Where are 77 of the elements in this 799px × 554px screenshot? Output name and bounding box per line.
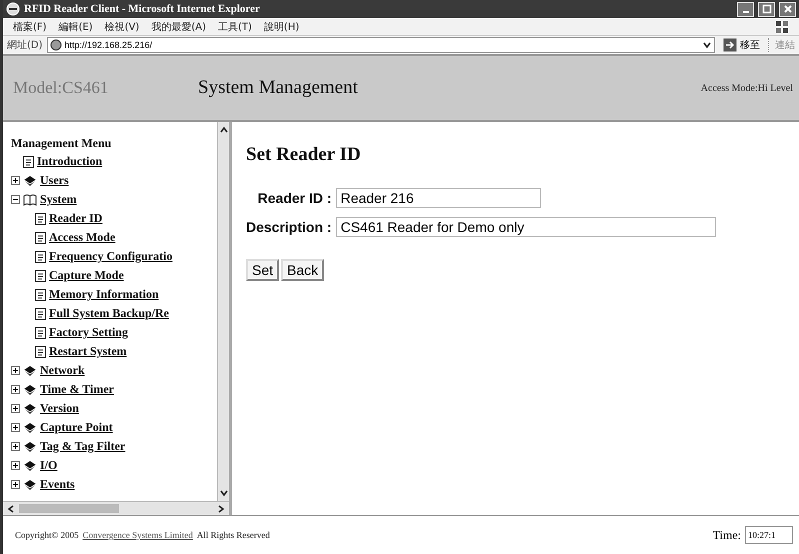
menu-item[interactable]: 說明(H) (264, 20, 300, 34)
time-field[interactable]: 10:27:1 (745, 526, 793, 544)
menu-link[interactable]: I/O (40, 458, 58, 473)
menu-link[interactable]: Events (40, 477, 75, 492)
book-icon (23, 364, 37, 376)
expand-icon[interactable] (11, 385, 20, 394)
book-icon (23, 440, 37, 452)
close-button[interactable] (779, 2, 796, 16)
copyright-text: Copyright© 2005 (15, 530, 79, 540)
scroll-up-icon[interactable] (218, 126, 228, 134)
expand-icon[interactable] (11, 423, 20, 432)
scroll-left-icon[interactable] (7, 504, 15, 514)
menu-item[interactable]: 編輯(E) (58, 20, 93, 34)
expand-icon[interactable] (11, 480, 20, 489)
expand-icon[interactable] (11, 176, 20, 185)
menu-item[interactable]: 我的最愛(A) (151, 20, 206, 34)
expand-icon[interactable] (11, 366, 20, 375)
field-label: Reader ID : (256, 190, 332, 206)
field-label: Description : (246, 219, 332, 235)
scroll-right-icon[interactable] (217, 504, 225, 514)
input-field[interactable]: CS461 Reader for Demo only (336, 217, 716, 237)
menu-link[interactable]: Factory Setting (49, 325, 128, 340)
menu-link[interactable]: Introduction (37, 154, 102, 169)
menu-link[interactable]: Capture Mode (49, 268, 124, 283)
go-button[interactable]: 移至 (719, 38, 764, 52)
maximize-icon (762, 4, 772, 14)
menu-link[interactable]: Memory Information (49, 287, 159, 302)
expand-icon[interactable] (11, 404, 20, 413)
form-button[interactable]: Back (281, 259, 324, 281)
arrow-icon (723, 38, 737, 52)
window-title: RFID Reader Client - Microsoft Internet Explorer (24, 3, 260, 15)
menu-link[interactable]: Restart System (49, 344, 127, 359)
vertical-scrollbar[interactable] (217, 122, 229, 501)
horizontal-scrollbar[interactable] (3, 501, 229, 515)
section-heading: Set Reader ID (246, 144, 362, 166)
minimize-button[interactable] (737, 2, 754, 16)
model-label: Model:CS461 (13, 78, 110, 98)
maximize-button[interactable] (758, 2, 775, 16)
menu-item[interactable]: 工具(T) (218, 20, 252, 34)
address-field[interactable]: http://192.168.25.216/ (46, 37, 715, 53)
rights-text: All Rights Reserved (196, 530, 270, 540)
open-book-icon (23, 194, 37, 206)
menu-link[interactable]: Network (40, 363, 85, 378)
address-label: 網址(D) (7, 38, 43, 52)
menu-link[interactable]: System (40, 192, 77, 207)
input-field[interactable]: Reader 216 (336, 188, 541, 208)
dropdown-icon[interactable] (702, 40, 712, 50)
expand-icon[interactable] (11, 461, 20, 470)
menu-link[interactable]: Users (40, 173, 69, 188)
expand-icon[interactable] (11, 442, 20, 451)
book-icon (23, 460, 37, 472)
windows-logo-icon (775, 20, 789, 34)
menu-item[interactable]: 檔案(F) (13, 20, 47, 34)
book-icon (23, 478, 37, 490)
menu-link[interactable]: Reader ID (49, 211, 102, 226)
company-link[interactable]: Convergence Systems Limited (82, 530, 193, 540)
menu-link[interactable]: Access Mode (49, 230, 116, 245)
menu-link[interactable]: Capture Point (40, 420, 113, 435)
menu-item[interactable]: 檢視(V) (104, 20, 140, 34)
collapse-icon[interactable] (11, 195, 20, 204)
menu-link[interactable]: Tag & Tag Filter (40, 439, 126, 454)
menu-link[interactable]: Frequency Configuratio (49, 249, 172, 264)
minimize-icon (742, 11, 748, 13)
book-icon (23, 384, 37, 396)
menu-link[interactable]: Version (40, 401, 79, 416)
time-label: Time: (712, 528, 741, 542)
book-icon (23, 422, 37, 434)
menu-link[interactable]: Full System Backup/Re (49, 306, 170, 321)
scroll-down-icon[interactable] (218, 489, 228, 497)
close-icon (782, 4, 792, 14)
form-button[interactable]: Set (246, 259, 280, 281)
menu-heading: Management Menu (11, 136, 112, 151)
menu-link[interactable]: Time & Timer (40, 382, 114, 397)
page-title: System Management (198, 77, 358, 99)
book-icon (23, 402, 37, 414)
book-icon (23, 174, 37, 186)
access-mode-label: Access Mode:Hi Level (700, 82, 793, 94)
